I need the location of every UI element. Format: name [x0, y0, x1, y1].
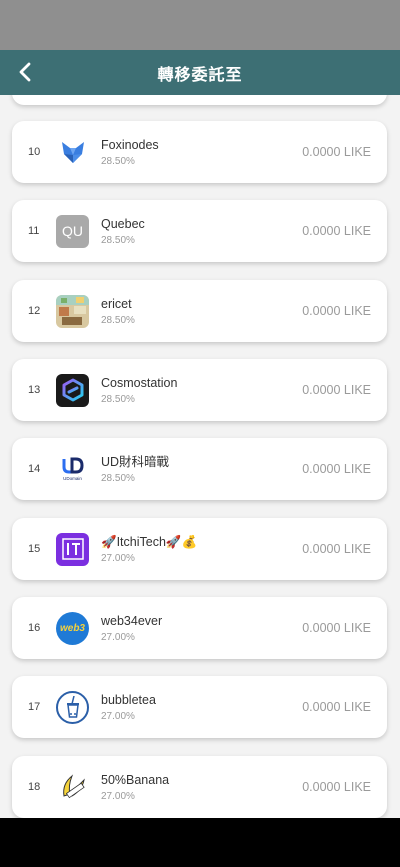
- validator-rank: 17: [28, 701, 41, 713]
- bubbletea-icon: [56, 690, 89, 724]
- cosmostation-icon: [56, 373, 89, 407]
- page-title: 轉移委託至: [157, 66, 243, 84]
- validator-rank: 15: [28, 543, 41, 555]
- validator-card[interactable]: 17 bubbletea 27.00% 0.0000 LIKE: [12, 676, 387, 738]
- validator-rank: 13: [28, 384, 41, 396]
- status-bar: [0, 0, 400, 50]
- pixel-room-icon: [56, 294, 89, 328]
- validator-list[interactable]: 10 Foxinodes 28.50% 0.0000 LIKE 11 QU Qu…: [0, 95, 400, 818]
- validator-rank: 16: [28, 622, 41, 634]
- validator-rank: 14: [28, 463, 41, 475]
- validator-rank: 10: [28, 146, 41, 158]
- validator-amount: 0.0000 LIKE: [302, 145, 371, 159]
- validator-card[interactable]: 15 🚀ItchiTech🚀💰 27.00% 0.0000 LIKE: [12, 518, 387, 580]
- validator-amount: 0.0000 LIKE: [302, 621, 371, 635]
- validator-amount: 0.0000 LIKE: [302, 383, 371, 397]
- validator-card[interactable]: 10 Foxinodes 28.50% 0.0000 LIKE: [12, 121, 387, 183]
- validator-card-partial[interactable]: [12, 95, 387, 105]
- validator-card[interactable]: 13 Cosmostation 28.50% 0.0000 LIKE: [12, 359, 387, 421]
- validator-amount: 0.0000 LIKE: [302, 780, 371, 794]
- validator-amount: 0.0000 LIKE: [302, 542, 371, 556]
- chevron-left-icon: [19, 62, 31, 82]
- validator-card[interactable]: 12 ericet 28.50% 0.0000 LIKE: [12, 280, 387, 342]
- validator-amount: 0.0000 LIKE: [302, 700, 371, 714]
- validator-amount: 0.0000 LIKE: [302, 224, 371, 238]
- validator-rank: 11: [28, 225, 40, 237]
- validator-rank: 12: [28, 305, 41, 317]
- qu-icon: QU: [56, 214, 89, 248]
- validator-rank: 18: [28, 781, 41, 793]
- app-header: 轉移委託至: [0, 50, 400, 95]
- itchitech-icon: [56, 532, 89, 566]
- validator-card[interactable]: 14 UDomain UD財科暗戰 28.50% 0.0000 LIKE: [12, 438, 387, 500]
- validator-card[interactable]: 18 50%Banana 27.00% 0.0000 LIKE: [12, 756, 387, 818]
- back-button[interactable]: [10, 57, 40, 87]
- validator-amount: 0.0000 LIKE: [302, 462, 371, 476]
- udomain-icon: UDomain: [56, 453, 89, 486]
- system-nav-bar: [0, 818, 400, 867]
- fox-icon: [56, 136, 89, 169]
- validator-amount: 0.0000 LIKE: [302, 304, 371, 318]
- web3-icon: web3: [56, 611, 89, 645]
- validator-card[interactable]: 11 QU Quebec 28.50% 0.0000 LIKE: [12, 200, 387, 262]
- banana-icon: [56, 771, 89, 804]
- validator-card[interactable]: 16 web3 web34ever 27.00% 0.0000 LIKE: [12, 597, 387, 659]
